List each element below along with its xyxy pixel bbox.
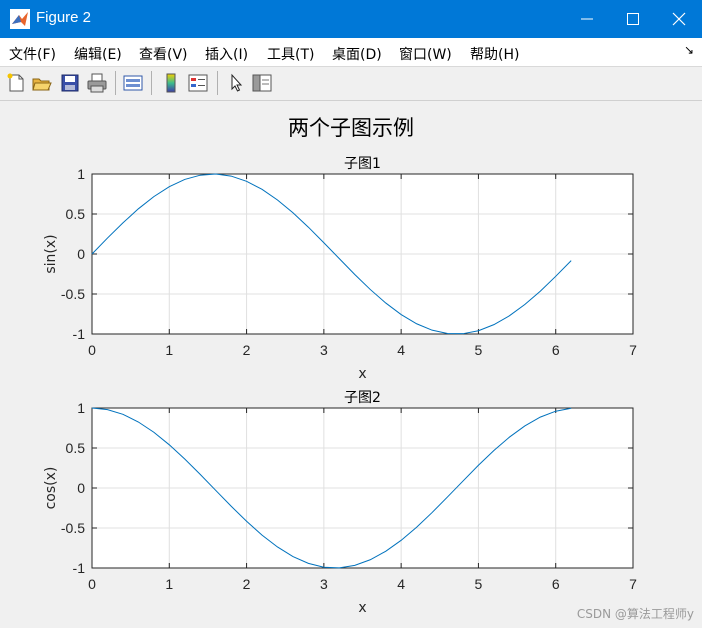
y-axis-label: cos(x) bbox=[43, 467, 59, 510]
y-tick-label: -1 bbox=[73, 560, 86, 576]
subplot-title: 子图1 bbox=[344, 156, 381, 172]
x-tick-label: 5 bbox=[475, 342, 483, 358]
y-tick-label: 0.5 bbox=[66, 440, 86, 456]
y-tick-label: 1 bbox=[77, 400, 85, 416]
y-axis-label: sin(x) bbox=[43, 234, 59, 273]
x-tick-label: 6 bbox=[552, 342, 560, 358]
y-tick-label: 1 bbox=[77, 166, 85, 182]
x-tick-label: 1 bbox=[165, 576, 173, 592]
y-tick-label: 0.5 bbox=[66, 206, 86, 222]
x-tick-label: 7 bbox=[629, 342, 637, 358]
x-tick-label: 6 bbox=[552, 576, 560, 592]
figure-canvas: 0 1 2 3 4 5 6 7 1 0.5 0 -0.5 -1 子图1 x sin(x) 0 1 2 3 4 5 6 7 1 0.… bbox=[43, 156, 637, 616]
x-tick-label: 0 bbox=[88, 342, 96, 358]
x-tick-label: 0 bbox=[88, 576, 96, 592]
y-tick-label: -0.5 bbox=[61, 520, 85, 536]
x-axis-label: x bbox=[358, 600, 366, 616]
y-tick-label: 0 bbox=[77, 246, 85, 262]
x-tick-label: 4 bbox=[397, 342, 405, 358]
subplot-2: 0 1 2 3 4 5 6 7 1 0.5 0 -0.5 -1 子图2 x cos(x) bbox=[43, 390, 637, 616]
y-tick-label: -1 bbox=[73, 326, 86, 342]
subplot-title: 子图2 bbox=[344, 390, 381, 406]
x-axis-label: x bbox=[358, 366, 366, 382]
x-tick-label: 3 bbox=[320, 576, 328, 592]
y-tick-label: 0 bbox=[77, 480, 85, 496]
x-tick-label: 7 bbox=[629, 576, 637, 592]
x-tick-label: 5 bbox=[475, 576, 483, 592]
watermark: CSDN @算法工程师y bbox=[576, 607, 694, 621]
subplot-1: 0 1 2 3 4 5 6 7 1 0.5 0 -0.5 -1 子图1 x sin(x) bbox=[43, 156, 637, 382]
x-tick-label: 3 bbox=[320, 342, 328, 358]
x-tick-label: 2 bbox=[243, 342, 251, 358]
x-tick-label: 1 bbox=[165, 342, 173, 358]
x-tick-label: 2 bbox=[243, 576, 251, 592]
x-tick-label: 4 bbox=[397, 576, 405, 592]
y-tick-label: -0.5 bbox=[61, 286, 85, 302]
